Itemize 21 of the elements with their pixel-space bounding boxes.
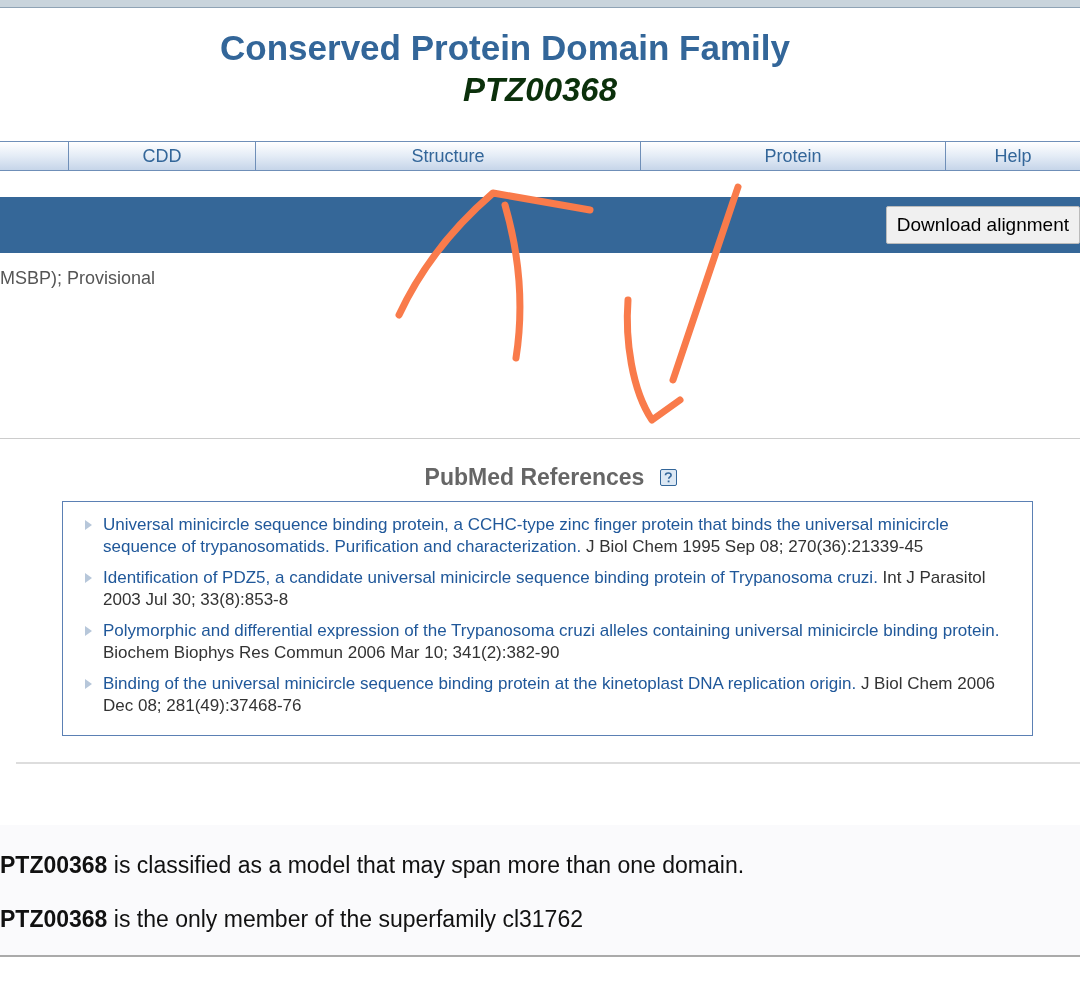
bullet-icon: [85, 520, 92, 530]
help-icon[interactable]: [660, 468, 678, 486]
nav-tab[interactable]: Help: [945, 142, 1080, 170]
reference-entry[interactable]: Identification of PDZ5, a candidate universal minicircle sequence binding protein of Trypanosoma cruzi. Int J Parasitol 2003 Jul 30; 33(8):853-8: [103, 567, 1024, 611]
download-alignment-button[interactable]: Download alignment: [885, 205, 1080, 245]
nav-tab[interactable]: CDD: [68, 142, 255, 170]
bullet-icon: [85, 626, 92, 636]
reference-entry[interactable]: Binding of the universal minicircle sequence binding protein at the kinetoplast DNA replication origin. J Biol Chem 2006 Dec 08; 281(49):37468-76: [103, 673, 1024, 717]
nav-cell: [0, 142, 68, 170]
bullet-icon: [85, 573, 92, 583]
page-title: Conserved Protein Domain Family: [220, 28, 790, 68]
reference-entry[interactable]: Polymorphic and differential expression of the Trypanosoma cruzi alleles containing universal minicircle binding protein. Biochem Biophys Res Commun 2006 Mar 10; 341(2):382-90: [103, 620, 1024, 664]
accession-title: PTZ00368: [462, 70, 618, 110]
note-text: PTZ00368 is the only member of the superfamily cl31762: [0, 905, 584, 934]
description-text: MSBP); Provisional: [0, 267, 157, 290]
note-text: PTZ00368 is classified as a model that may span more than one domain.: [0, 851, 746, 880]
nav-tab[interactable]: Structure: [255, 142, 640, 170]
nav-tab[interactable]: Protein: [640, 142, 945, 170]
references-heading: PubMed References: [424, 462, 645, 492]
bullet-icon: [85, 679, 92, 689]
reference-entry[interactable]: Universal minicircle sequence binding protein, a CCHC-type zinc finger protein that binds the universal minicircle sequence of trypanosomatids. Purification and characterization. J Biol Chem 1995 Sep 08; 270(36):21339-45: [103, 514, 1024, 558]
